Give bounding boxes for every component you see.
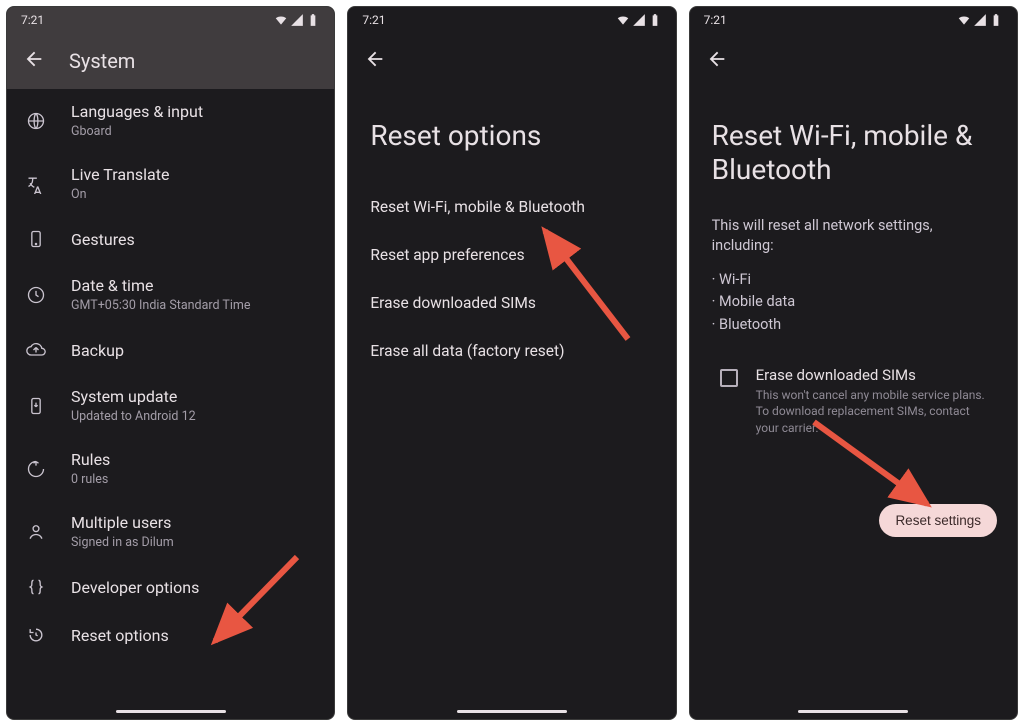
- row-label: Rules: [71, 450, 316, 469]
- screen-reset-network: 7:21 Reset Wi-Fi, mobile & Bluetooth Thi…: [689, 6, 1018, 720]
- row-rules[interactable]: Rules 0 rules: [7, 437, 334, 500]
- option-factory-reset[interactable]: Erase all data (factory reset): [348, 327, 675, 375]
- row-gestures[interactable]: Gestures: [7, 215, 334, 263]
- back-arrow-icon: [364, 48, 386, 70]
- row-label: Date & time: [71, 276, 316, 295]
- system-update-icon: [25, 395, 47, 417]
- row-sub: 0 rules: [71, 472, 316, 487]
- screen-system: 7:21 System Languages & input Gboard Liv…: [6, 6, 335, 720]
- page-title: Reset Wi-Fi, mobile & Bluetooth: [690, 89, 1017, 216]
- wifi-icon: [616, 13, 630, 27]
- back-arrow-icon: [23, 48, 45, 70]
- page-title: System: [69, 49, 135, 73]
- row-multiple-users[interactable]: Multiple users Signed in as Dilum: [7, 500, 334, 563]
- status-time: 7:21: [21, 13, 44, 27]
- battery-icon: [989, 13, 1003, 27]
- status-icons: [274, 13, 320, 27]
- status-icons: [616, 13, 662, 27]
- bullet-list: · Wi-Fi · Mobile data · Bluetooth: [690, 257, 1017, 336]
- row-label: Languages & input: [71, 102, 316, 121]
- signal-icon: [632, 13, 646, 27]
- braces-icon: [25, 576, 47, 598]
- appbar: [348, 33, 675, 89]
- bullet-item: Bluetooth: [719, 316, 781, 333]
- row-sub: Updated to Android 12: [71, 409, 316, 424]
- row-sub: Gboard: [71, 124, 316, 139]
- row-system-update[interactable]: System update Updated to Android 12: [7, 374, 334, 437]
- option-reset-app-prefs[interactable]: Reset app preferences: [348, 231, 675, 279]
- clock-icon: [25, 284, 47, 306]
- option-reset-network[interactable]: Reset Wi-Fi, mobile & Bluetooth: [348, 183, 675, 231]
- battery-icon: [648, 13, 662, 27]
- back-button[interactable]: [706, 48, 728, 74]
- translate-icon: [25, 173, 47, 195]
- row-label: Developer options: [71, 578, 316, 597]
- bullet-item: Mobile data: [719, 293, 795, 310]
- rules-icon: [25, 458, 47, 480]
- status-time: 7:21: [704, 13, 727, 27]
- page-title: Reset options: [348, 89, 675, 183]
- row-label: Gestures: [71, 230, 316, 249]
- signal-icon: [973, 13, 987, 27]
- row-languages-input[interactable]: Languages & input Gboard: [7, 89, 334, 152]
- description-text: This will reset all network settings, in…: [690, 216, 1017, 257]
- back-button[interactable]: [23, 48, 45, 74]
- appbar: [690, 33, 1017, 89]
- cloud-upload-icon: [25, 339, 47, 361]
- row-label: Live Translate: [71, 165, 316, 184]
- status-icons: [957, 13, 1003, 27]
- row-date-time[interactable]: Date & time GMT+05:30 India Standard Tim…: [7, 263, 334, 326]
- settings-list: Languages & input Gboard Live Translate …: [7, 89, 334, 719]
- row-sub: GMT+05:30 India Standard Time: [71, 298, 316, 313]
- screen-reset-options: 7:21 Reset options Reset Wi-Fi, mobile &…: [347, 6, 676, 720]
- checkbox-title: Erase downloaded SIMs: [756, 366, 995, 384]
- status-bar: 7:21: [348, 7, 675, 33]
- bullet-item: Wi-Fi: [719, 271, 751, 288]
- status-time: 7:21: [362, 13, 385, 27]
- row-label: Backup: [71, 341, 316, 360]
- checkbox-sub: This won't cancel any mobile service pla…: [756, 387, 995, 436]
- status-bar: 7:21: [7, 7, 334, 33]
- erase-sims-checkbox-row[interactable]: Erase downloaded SIMs This won't cancel …: [690, 336, 1017, 436]
- person-icon: [25, 521, 47, 543]
- reset-settings-button[interactable]: Reset settings: [879, 504, 997, 537]
- checkbox-icon[interactable]: [720, 369, 738, 387]
- row-sub: Signed in as Dilum: [71, 535, 316, 550]
- globe-icon: [25, 110, 47, 132]
- row-sub: On: [71, 187, 316, 202]
- signal-icon: [290, 13, 304, 27]
- back-button[interactable]: [364, 48, 386, 74]
- row-backup[interactable]: Backup: [7, 326, 334, 374]
- restore-icon: [25, 624, 47, 646]
- row-label: Reset options: [71, 626, 316, 645]
- status-bar: 7:21: [690, 7, 1017, 33]
- back-arrow-icon: [706, 48, 728, 70]
- option-erase-sims[interactable]: Erase downloaded SIMs: [348, 279, 675, 327]
- gestures-icon: [25, 228, 47, 250]
- appbar: System: [7, 33, 334, 89]
- row-live-translate[interactable]: Live Translate On: [7, 152, 334, 215]
- home-indicator[interactable]: [457, 710, 567, 714]
- wifi-icon: [957, 13, 971, 27]
- row-label: Multiple users: [71, 513, 316, 532]
- row-label: System update: [71, 387, 316, 406]
- row-reset-options[interactable]: Reset options: [7, 611, 334, 659]
- home-indicator[interactable]: [798, 710, 908, 714]
- wifi-icon: [274, 13, 288, 27]
- row-developer-options[interactable]: Developer options: [7, 563, 334, 611]
- home-indicator[interactable]: [116, 710, 226, 714]
- battery-icon: [306, 13, 320, 27]
